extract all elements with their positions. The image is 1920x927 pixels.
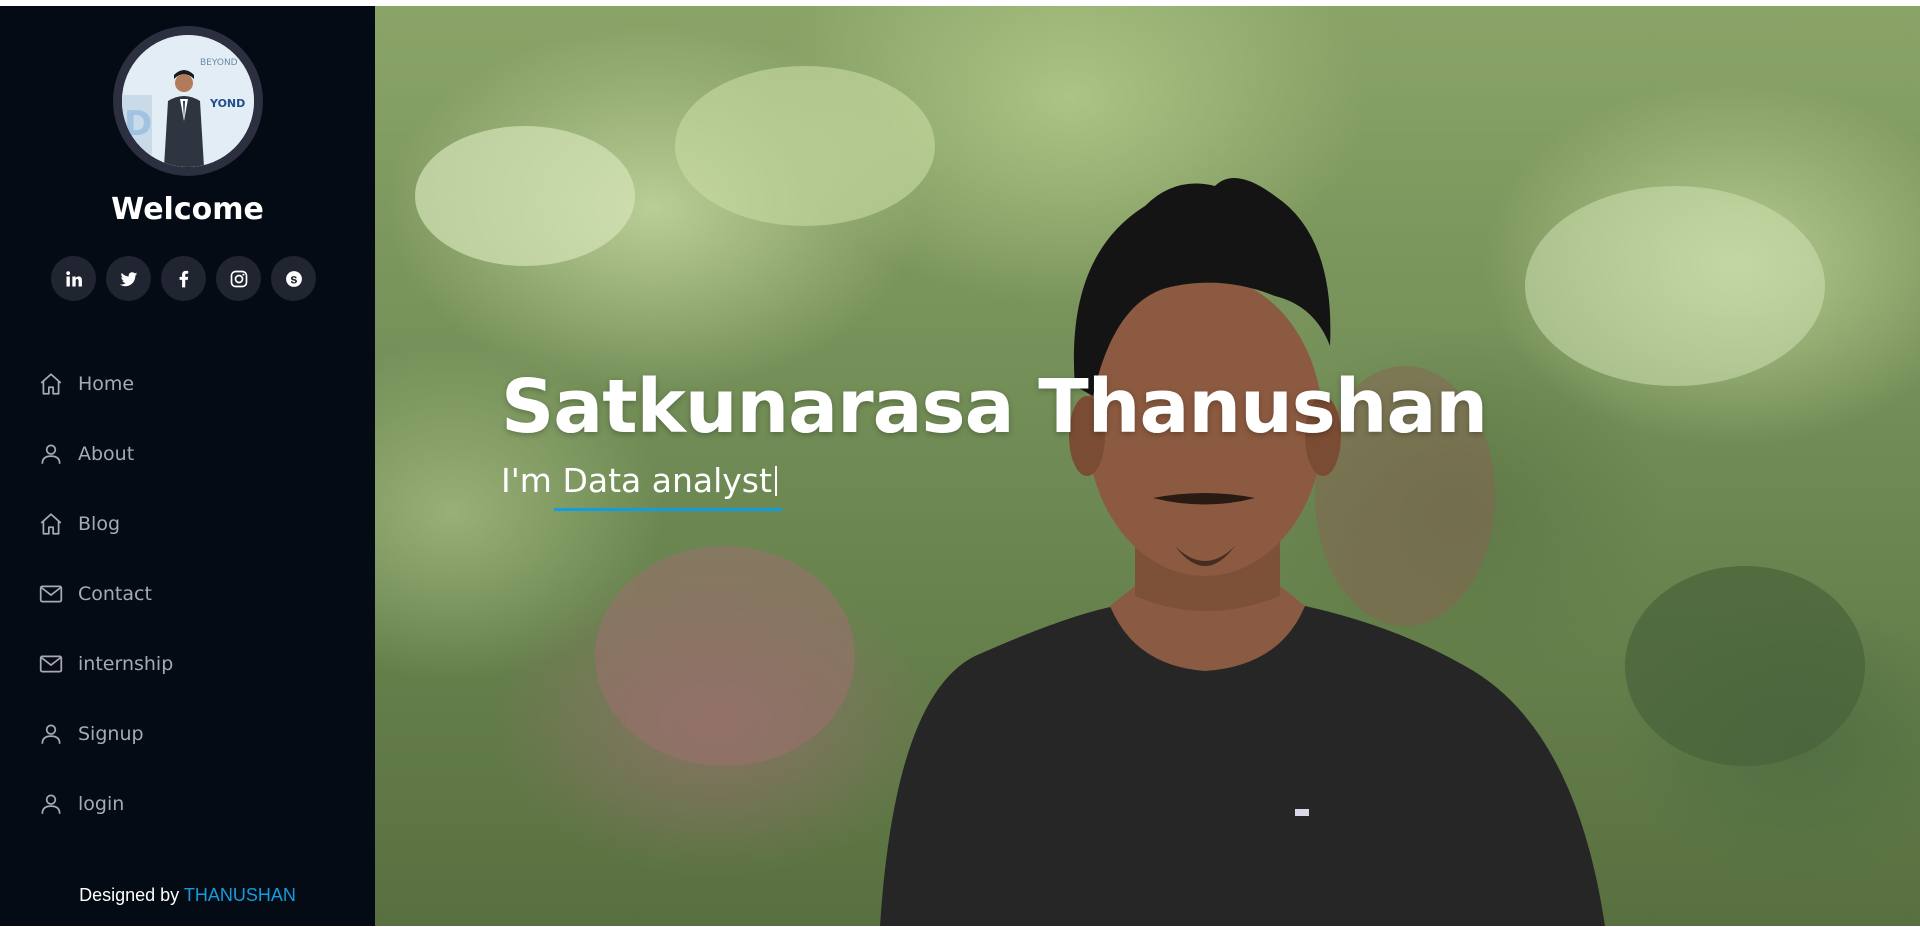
facebook-link[interactable]	[161, 256, 206, 301]
hero-section: Satkunarasa Thanushan I'm Data analyst	[375, 6, 1920, 926]
facebook-icon	[179, 270, 188, 287]
svg-text:D: D	[124, 104, 152, 144]
envelope-icon	[38, 650, 66, 678]
nav-menu: Home About Blog Contact internship Signu…	[38, 349, 173, 839]
skype-icon	[285, 270, 302, 287]
twitter-link[interactable]	[106, 256, 151, 301]
nav-item-signup[interactable]: Signup	[38, 699, 173, 769]
svg-text:BEYOND: BEYOND	[200, 58, 238, 68]
profile-avatar-ring: D BEYOND YOND	[113, 26, 263, 176]
nav-item-label: login	[78, 793, 125, 815]
nav-item-label: Blog	[78, 513, 120, 535]
instagram-link[interactable]	[216, 256, 261, 301]
nav-item-blog[interactable]: Blog	[38, 489, 173, 559]
nav-item-label: About	[78, 443, 135, 465]
nav-item-internship[interactable]: internship	[38, 629, 173, 699]
user-icon	[38, 790, 66, 818]
credit-prefix: Designed by	[79, 885, 184, 905]
nav-item-label: Contact	[78, 583, 152, 605]
user-icon	[38, 720, 66, 748]
nav-item-home[interactable]: Home	[38, 349, 173, 419]
skype-link[interactable]	[271, 256, 316, 301]
hero-title: Satkunarasa Thanushan	[501, 364, 1488, 450]
profile-avatar: D BEYOND YOND	[122, 35, 254, 167]
user-icon	[38, 440, 66, 468]
page-frame: D BEYOND YOND Welcome Home About Blog Co…	[0, 6, 1920, 926]
sidebar: D BEYOND YOND Welcome Home About Blog Co…	[0, 6, 375, 926]
nav-item-contact[interactable]: Contact	[38, 559, 173, 629]
nav-item-label: internship	[78, 653, 174, 675]
home-icon	[38, 370, 66, 398]
typing-cursor	[774, 466, 777, 496]
nav-item-label: Signup	[78, 723, 144, 745]
envelope-icon	[38, 580, 66, 608]
nav-item-about[interactable]: About	[38, 419, 173, 489]
footer-credit: Designed by THANUSHAN	[0, 885, 375, 906]
social-links	[51, 256, 316, 301]
subtitle-underline	[554, 508, 782, 511]
svg-text:YOND: YOND	[209, 97, 245, 110]
instagram-icon	[230, 270, 247, 287]
hero-subtitle: I'm Data analyst	[501, 461, 777, 500]
welcome-heading: Welcome	[111, 192, 264, 227]
nav-item-login[interactable]: login	[38, 769, 173, 839]
credit-author-link[interactable]: THANUSHAN	[184, 885, 296, 905]
typed-text: I'm Data analyst	[501, 461, 772, 500]
nav-item-label: Home	[78, 373, 135, 395]
profile-photo: D BEYOND YOND	[122, 35, 254, 167]
linkedin-icon	[65, 270, 82, 286]
home-icon	[38, 510, 66, 538]
twitter-icon	[119, 271, 137, 286]
linkedin-link[interactable]	[51, 256, 96, 301]
